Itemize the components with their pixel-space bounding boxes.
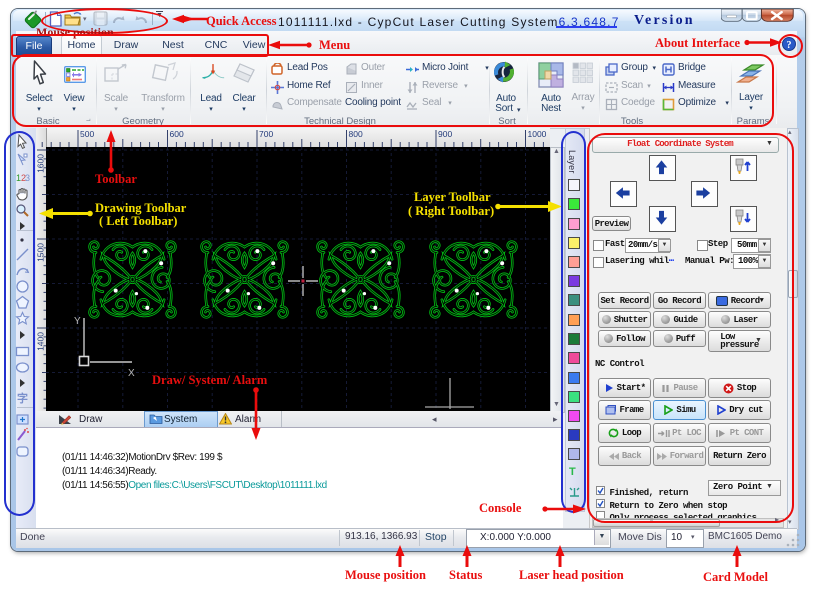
svg-text:600: 600 (170, 129, 184, 139)
svg-text:900: 900 (438, 129, 452, 139)
svg-text:X: X (128, 368, 135, 379)
svg-text:1000: 1000 (528, 129, 547, 139)
svg-text:700: 700 (259, 129, 273, 139)
svg-text:1600: 1600 (36, 154, 46, 173)
svg-text:1400: 1400 (36, 332, 46, 351)
svg-text:500: 500 (80, 129, 94, 139)
svg-text:1500: 1500 (36, 243, 46, 262)
svg-text:Y: Y (74, 316, 81, 327)
svg-text:800: 800 (349, 129, 363, 139)
